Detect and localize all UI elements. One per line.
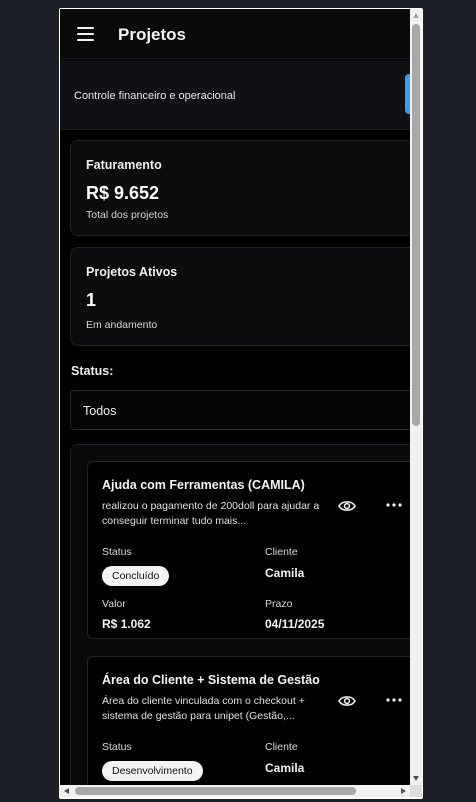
browser-frame: Projetos Controle financeiro e operacion… <box>59 8 423 799</box>
project-description: realizou o pagamento de 200doll para aju… <box>102 500 320 527</box>
client-label: Cliente <box>265 741 298 753</box>
horizontal-scrollbar[interactable] <box>60 785 410 797</box>
status-label: Status <box>102 741 132 753</box>
project-title: Área do Cliente + Sistema de Gestão <box>102 673 320 687</box>
deadline-label: Prazo <box>265 598 293 610</box>
value-amount: R$ 1.062 <box>102 617 151 631</box>
stat-subtitle: Em andamento <box>86 319 158 331</box>
eye-icon[interactable] <box>338 694 356 708</box>
stat-subtitle: Total dos projetos <box>86 209 169 221</box>
value-label: Valor <box>102 598 126 610</box>
page-title: Projetos <box>118 25 187 44</box>
stat-title: Projetos Ativos <box>86 265 178 279</box>
scroll-up-arrow-icon[interactable] <box>413 13 419 18</box>
client-label: Cliente <box>265 546 298 558</box>
scroll-right-arrow-icon[interactable] <box>401 788 406 794</box>
subheader-text: Controle financeiro e operacional <box>74 90 236 102</box>
top-bar: Projetos <box>60 9 410 59</box>
status-badge: Desenvolvimento <box>102 761 203 781</box>
vertical-scrollbar[interactable] <box>410 9 422 785</box>
scrollbar-corner <box>410 785 422 797</box>
hamburger-menu-icon[interactable] <box>77 27 94 41</box>
project-title: Ajuda com Ferramentas (CAMILA) <box>102 478 305 492</box>
stat-value: R$ 9.652 <box>86 183 160 203</box>
status-filter-label: Status: <box>71 364 114 378</box>
eye-icon[interactable] <box>338 499 356 513</box>
stat-value: 1 <box>86 290 97 310</box>
project-description: Área do cliente vinculada com o checkout… <box>102 695 305 722</box>
stat-card-revenue: Faturamento R$ 9.652 Total dos projetos <box>70 140 410 236</box>
client-value: Camila <box>265 566 305 580</box>
stat-card-active-projects: Projetos Ativos 1 Em andamento <box>70 247 410 346</box>
project-card[interactable]: Área do Cliente + Sistema de Gestão Área… <box>87 656 410 785</box>
status-badge: Concluído <box>102 566 170 586</box>
app-viewport: Projetos Controle financeiro e operacion… <box>60 9 410 785</box>
deadline-value: 04/11/2025 <box>265 617 325 631</box>
status-filter-value: Todos <box>83 404 117 418</box>
stat-title: Faturamento <box>86 158 162 172</box>
more-options-icon[interactable] <box>385 693 403 707</box>
scroll-left-arrow-icon[interactable] <box>64 788 69 794</box>
status-filter-select[interactable]: Todos <box>70 390 410 430</box>
status-label: Status <box>102 546 132 558</box>
vertical-scroll-thumb[interactable] <box>412 24 420 426</box>
scroll-down-arrow-icon[interactable] <box>413 776 419 781</box>
client-value: Camila <box>265 761 305 775</box>
more-options-icon[interactable] <box>385 498 403 512</box>
project-card[interactable]: Ajuda com Ferramentas (CAMILA) realizou … <box>87 461 410 639</box>
subheader: Controle financeiro e operacional <box>60 60 410 130</box>
horizontal-scroll-thumb[interactable] <box>75 787 356 795</box>
